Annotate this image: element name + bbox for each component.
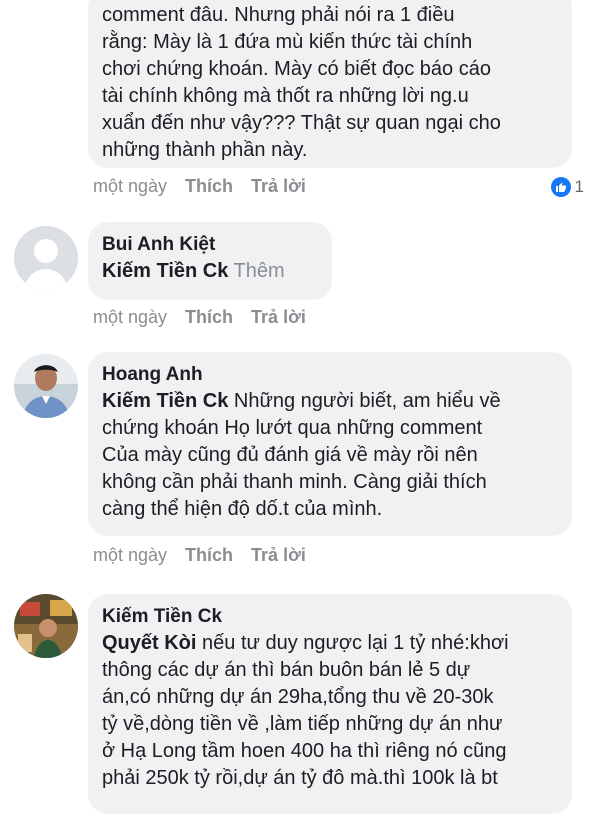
comment-text: comment đâu. Nhưng phải nói ra 1 điều rằ… bbox=[102, 4, 501, 161]
thumbs-up-icon bbox=[550, 177, 571, 197]
comment-bubble: Kiếm Tiền Ck Quyết Kòi nếu tư duy ngược … bbox=[88, 594, 572, 814]
reaction-count: 1 bbox=[574, 177, 584, 196]
comment-time: một ngày bbox=[93, 176, 168, 196]
default-avatar-icon bbox=[14, 226, 78, 290]
comment-bubble: comment đâu. Nhưng phải nói ra 1 điều rằ… bbox=[88, 0, 572, 168]
comment-author[interactable]: Hoang Anh bbox=[102, 362, 558, 388]
comment-actions: một ngày Thích Trả lời bbox=[93, 307, 306, 328]
comment-bubble: Bui Anh Kiệt Kiếm Tiền Ck Thêm bbox=[88, 222, 332, 300]
mention-tag[interactable]: Quyết Kòi bbox=[102, 632, 196, 654]
like-button[interactable]: Thích bbox=[185, 176, 233, 197]
avatar[interactable] bbox=[14, 594, 78, 658]
reaction-summary[interactable]: 1 bbox=[550, 177, 584, 197]
comment-actions: một ngày Thích Trả lời bbox=[93, 545, 306, 566]
reply-button[interactable]: Trả lời bbox=[251, 545, 306, 566]
comment-text: Quyết Kòi nếu tư duy ngược lại 1 tỷ nhé:… bbox=[102, 632, 509, 789]
reply-button[interactable]: Trả lời bbox=[251, 176, 306, 197]
see-more-link[interactable]: Thêm bbox=[234, 260, 285, 282]
comment-time: một ngày bbox=[93, 307, 168, 327]
like-button[interactable]: Thích bbox=[185, 307, 233, 328]
mention-tag[interactable]: Kiếm Tiền Ck bbox=[102, 260, 228, 282]
comment-author[interactable]: Bui Anh Kiệt bbox=[102, 232, 318, 258]
like-button[interactable]: Thích bbox=[185, 545, 233, 566]
profile-photo-icon bbox=[14, 594, 78, 658]
comment-bubble: Hoang Anh Kiếm Tiền Ck Những người biết,… bbox=[88, 352, 572, 536]
avatar[interactable] bbox=[14, 226, 78, 290]
avatar[interactable] bbox=[14, 354, 78, 418]
profile-photo-icon bbox=[14, 354, 78, 418]
mention-tag[interactable]: Kiếm Tiền Ck bbox=[102, 390, 228, 412]
comment-actions: một ngày Thích Trả lời bbox=[93, 176, 306, 197]
reply-button[interactable]: Trả lời bbox=[251, 307, 306, 328]
comment-author[interactable]: Kiếm Tiền Ck bbox=[102, 604, 558, 630]
comment-text: Kiếm Tiền Ck Những người biết, am hiểu v… bbox=[102, 390, 501, 520]
comment-time: một ngày bbox=[93, 545, 168, 565]
